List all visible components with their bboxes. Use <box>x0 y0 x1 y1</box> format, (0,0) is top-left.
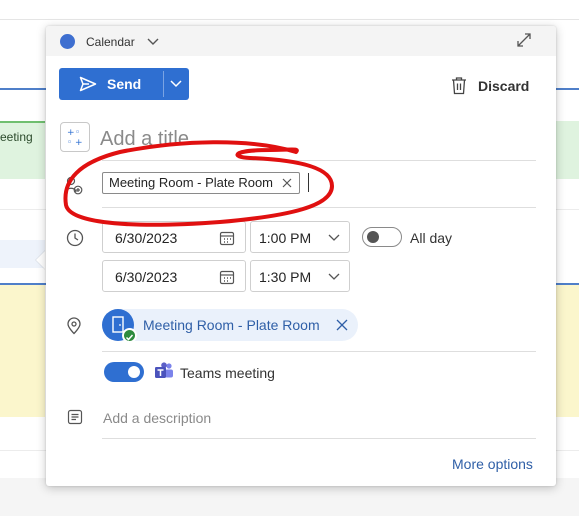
background-event-yellow[interactable] <box>0 285 45 417</box>
send-divider <box>163 71 164 97</box>
text-cursor <box>308 173 309 192</box>
teams-icon <box>155 362 173 378</box>
popup-header: Calendar <box>46 26 556 56</box>
location-underline <box>102 351 536 352</box>
location-pin-icon <box>67 317 81 335</box>
checkmark-icon <box>125 334 134 341</box>
all-day-toggle[interactable] <box>362 227 402 247</box>
new-event-popup: Calendar Send Discard + ◦ ◦ + Add a titl… <box>46 26 556 486</box>
svg-text:+: + <box>75 138 83 148</box>
remove-attendee-icon[interactable] <box>282 178 292 188</box>
attendee-chip[interactable]: Meeting Room - Plate Room <box>102 172 301 194</box>
background-event-label: eeting <box>0 130 33 144</box>
expand-icon[interactable] <box>516 32 532 48</box>
start-date-picker[interactable]: 6/30/2023 <box>102 221 246 253</box>
end-time-value: 1:30 PM <box>259 269 312 285</box>
chevron-down-icon <box>328 273 340 280</box>
location-name: Meeting Room - Plate Room <box>143 317 320 333</box>
calendar-icon <box>219 231 235 246</box>
svg-text:+: + <box>67 128 75 138</box>
end-date-value: 6/30/2023 <box>115 269 178 285</box>
calendar-icon <box>219 270 235 285</box>
description-underline <box>102 438 536 439</box>
send-button[interactable]: Send <box>59 68 189 100</box>
chevron-down-icon <box>328 234 340 241</box>
calendar-selector-label[interactable]: Calendar <box>86 35 135 49</box>
all-day-label: All day <box>410 230 453 246</box>
send-label: Send <box>107 76 142 92</box>
svg-text:◦: ◦ <box>67 138 72 148</box>
title-input[interactable]: Add a title <box>100 128 189 151</box>
background-top-bar <box>0 0 579 20</box>
discard-label: Discard <box>478 78 530 94</box>
add-title-assist-button[interactable]: + ◦ ◦ + <box>60 122 90 152</box>
send-options-chevron-icon[interactable] <box>169 77 183 91</box>
add-people-icon <box>65 176 83 195</box>
sparkle-icon: + ◦ ◦ + <box>67 128 83 148</box>
more-options-link[interactable]: More options <box>452 456 533 472</box>
remove-location-icon[interactable] <box>336 319 348 331</box>
clock-icon <box>66 229 84 247</box>
send-icon <box>79 76 97 92</box>
start-date-value: 6/30/2023 <box>115 230 178 246</box>
end-date-picker[interactable]: 6/30/2023 <box>102 260 246 292</box>
start-time-picker[interactable]: 1:00 PM <box>250 221 350 253</box>
room-available-check <box>122 328 137 343</box>
toggle-knob <box>367 231 379 243</box>
teams-meeting-toggle[interactable] <box>104 362 144 382</box>
calendar-color-dot <box>60 34 75 49</box>
toggle-knob <box>128 366 140 378</box>
background-event-yellow-right <box>556 285 579 417</box>
teams-meeting-label: Teams meeting <box>180 365 275 381</box>
chevron-down-icon[interactable] <box>146 34 160 48</box>
description-icon <box>67 409 83 425</box>
end-time-picker[interactable]: 1:30 PM <box>250 260 350 292</box>
trash-icon <box>452 77 466 95</box>
svg-text:◦: ◦ <box>75 128 80 138</box>
callout-pointer <box>36 250 46 270</box>
description-input[interactable]: Add a description <box>103 410 211 426</box>
attendee-name: Meeting Room - Plate Room <box>109 175 274 190</box>
attendees-underline <box>102 207 536 208</box>
start-time-value: 1:00 PM <box>259 230 312 246</box>
location-chip[interactable]: Meeting Room - Plate Room <box>102 309 358 343</box>
title-underline <box>102 160 536 161</box>
background-event-right <box>556 121 579 179</box>
